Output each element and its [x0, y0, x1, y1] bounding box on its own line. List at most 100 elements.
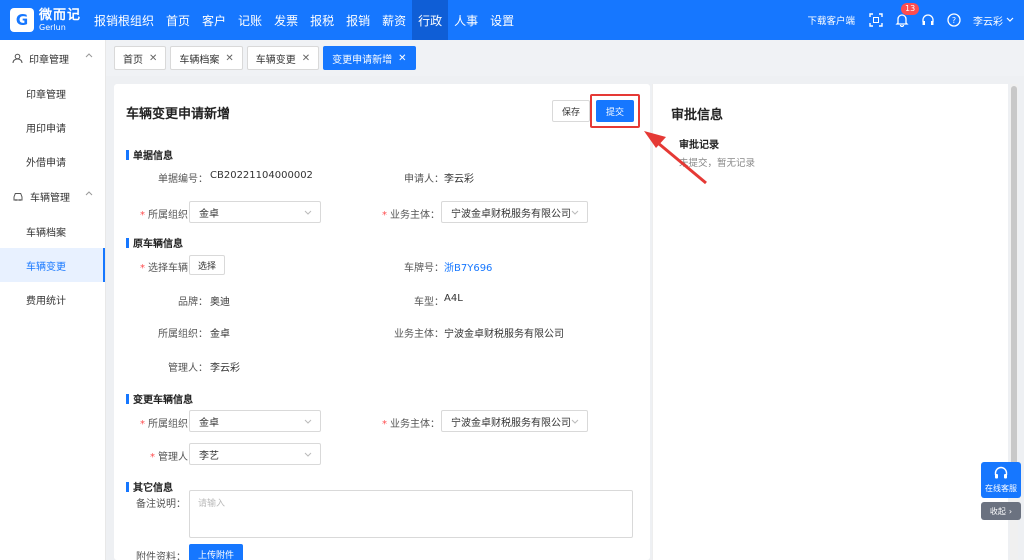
car-icon	[13, 192, 23, 201]
approval-record-title: 审批记录	[679, 140, 719, 151]
tab-home[interactable]: 首页 ✕	[114, 46, 167, 70]
new-org-label: * 所属组织：	[140, 419, 198, 430]
nav-item[interactable]: 设置	[484, 0, 520, 40]
headset-icon	[994, 466, 1008, 479]
approval-empty-text: 未提交，暂无记录	[679, 158, 756, 169]
new-manager-select-value: 李艺	[199, 450, 219, 462]
sidebar-group-vehicle[interactable]: 车辆管理	[0, 178, 105, 214]
subject-select-value: 宁波金卓财税服务有限公司	[451, 208, 571, 220]
nav-item[interactable]: 发票	[268, 0, 304, 40]
subject-label: * 业务主体：	[382, 210, 440, 221]
new-subject-select-value: 宁波金卓财税服务有限公司	[451, 417, 571, 429]
nav-item[interactable]: 记账	[232, 0, 268, 40]
sidebar-item-expense-stats[interactable]: 费用统计	[0, 282, 105, 316]
section-other-info: 其它信息	[126, 479, 173, 494]
nav-item[interactable]: 人事	[448, 0, 484, 40]
new-manager-label: * 管理人：	[150, 452, 198, 463]
close-icon[interactable]: ✕	[302, 53, 310, 64]
sidebar-item-seal-manage[interactable]: 印章管理	[0, 76, 105, 110]
brand-label: 品牌：	[178, 297, 208, 308]
user-menu[interactable]: 李云彩	[973, 13, 1003, 28]
online-service-label: 在线客服	[985, 484, 1017, 493]
model-value: A4L	[444, 293, 463, 304]
section-doc-info: 单据信息	[126, 147, 173, 162]
manager-value: 李云彩	[210, 363, 240, 374]
main-nav: 报销根组织 首页 客户 记账 发票 报税 报销 薪资 行政 人事 设置	[88, 0, 520, 40]
tab-label: 车辆变更	[255, 54, 296, 66]
new-org-select-value: 金卓	[199, 417, 219, 429]
bell-icon[interactable]: 13	[893, 3, 920, 29]
manager-label: 管理人：	[168, 363, 208, 374]
orig-subject-label: 业务主体：	[394, 329, 444, 340]
chevron-down-icon	[304, 452, 312, 457]
orig-subject-value: 宁波金卓财税服务有限公司	[444, 329, 564, 340]
chevron-down-icon[interactable]	[1006, 15, 1014, 26]
nav-item[interactable]: 薪资	[376, 0, 412, 40]
choose-vehicle-label: * 选择车辆：	[140, 263, 198, 274]
help-icon[interactable]: ?	[945, 11, 963, 29]
headset-icon[interactable]	[919, 11, 937, 29]
chevron-down-icon	[571, 419, 579, 424]
chevron-down-icon	[304, 419, 312, 424]
top-bar: G 微而记 Gerlun 报销根组织 首页 客户 记账 发票 报税 报销 薪资 …	[0, 0, 1024, 40]
tab-change-apply-new[interactable]: 变更申请新增 ✕	[323, 46, 416, 70]
choose-vehicle-button[interactable]: 选择	[189, 255, 225, 275]
tab-label: 变更申请新增	[332, 54, 393, 66]
section-original-vehicle: 原车辆信息	[126, 235, 183, 250]
nav-item[interactable]: 客户	[196, 0, 232, 40]
download-client-link[interactable]: 下载客户端	[807, 13, 855, 27]
section-change-vehicle: 变更车辆信息	[126, 391, 193, 406]
org-select[interactable]: 金卓	[189, 201, 321, 223]
orig-org-label: 所属组织：	[158, 329, 208, 340]
applicant-label: 申请人：	[404, 174, 444, 185]
nav-item[interactable]: 报销	[340, 0, 376, 40]
sidebar: 印章管理 印章管理 用印申请 外借申请 车辆管理 车辆档案 车辆变更 费用统计	[0, 40, 106, 560]
new-subject-select[interactable]: 宁波金卓财税服务有限公司	[441, 410, 588, 432]
chevron-down-icon	[304, 210, 312, 215]
new-org-select[interactable]: 金卓	[189, 410, 321, 432]
svg-text:?: ?	[952, 16, 956, 25]
collapse-button[interactable]: 收起 ›	[981, 502, 1021, 520]
doc-no-label: 单据编号：	[158, 174, 208, 185]
sidebar-item-seal-apply[interactable]: 用印申请	[0, 110, 105, 144]
scrollbar-thumb[interactable]	[1011, 86, 1017, 466]
chevron-up-icon	[85, 191, 93, 196]
upload-button[interactable]: 上传附件	[189, 544, 243, 560]
online-service-button[interactable]: 在线客服	[981, 462, 1021, 498]
sidebar-group-label: 车辆管理	[30, 192, 70, 204]
plate-value[interactable]: 浙B7Y696	[444, 259, 492, 274]
logo[interactable]: G 微而记 Gerlun	[0, 8, 88, 32]
nav-item[interactable]: 报销根组织	[88, 0, 160, 40]
sidebar-item-vehicle-change[interactable]: 车辆变更	[0, 248, 105, 282]
close-icon[interactable]: ✕	[149, 53, 157, 64]
nav-item-active[interactable]: 行政	[412, 0, 449, 40]
highlight-box	[590, 94, 640, 128]
sidebar-item-vehicle-archive[interactable]: 车辆档案	[0, 214, 105, 248]
org-label: * 所属组织：	[140, 210, 198, 221]
approval-title: 审批信息	[671, 108, 724, 123]
logo-mark-icon: G	[10, 8, 34, 32]
notification-badge: 13	[901, 3, 920, 15]
subject-select[interactable]: 宁波金卓财税服务有限公司	[441, 201, 588, 223]
close-icon[interactable]: ✕	[225, 53, 233, 64]
remark-textarea[interactable]: 请输入	[189, 490, 633, 538]
chevron-up-icon	[85, 53, 93, 58]
sidebar-group-seal[interactable]: 印章管理	[0, 40, 105, 76]
brand-name: 微而记	[39, 7, 82, 23]
applicant-value: 李云彩	[444, 174, 474, 185]
nav-item[interactable]: 首页	[160, 0, 196, 40]
brand-sub: Gerlun	[39, 22, 66, 32]
doc-no-value: CB20221104000002	[210, 170, 313, 181]
tab-vehicle-archive[interactable]: 车辆档案 ✕	[170, 46, 243, 70]
tab-bar: 首页 ✕ 车辆档案 ✕ 车辆变更 ✕ 变更申请新增 ✕	[106, 40, 1024, 76]
save-button[interactable]: 保存	[552, 100, 590, 122]
nav-item[interactable]: 报税	[304, 0, 340, 40]
sidebar-item-loan-apply[interactable]: 外借申请	[0, 144, 105, 178]
scan-icon[interactable]	[867, 11, 885, 29]
collapse-label: 收起	[989, 506, 1006, 516]
tab-label: 首页	[123, 54, 143, 66]
close-icon[interactable]: ✕	[398, 53, 406, 64]
chevron-down-icon	[571, 210, 579, 215]
new-manager-select[interactable]: 李艺	[189, 443, 321, 465]
tab-vehicle-change[interactable]: 车辆变更 ✕	[246, 46, 320, 70]
